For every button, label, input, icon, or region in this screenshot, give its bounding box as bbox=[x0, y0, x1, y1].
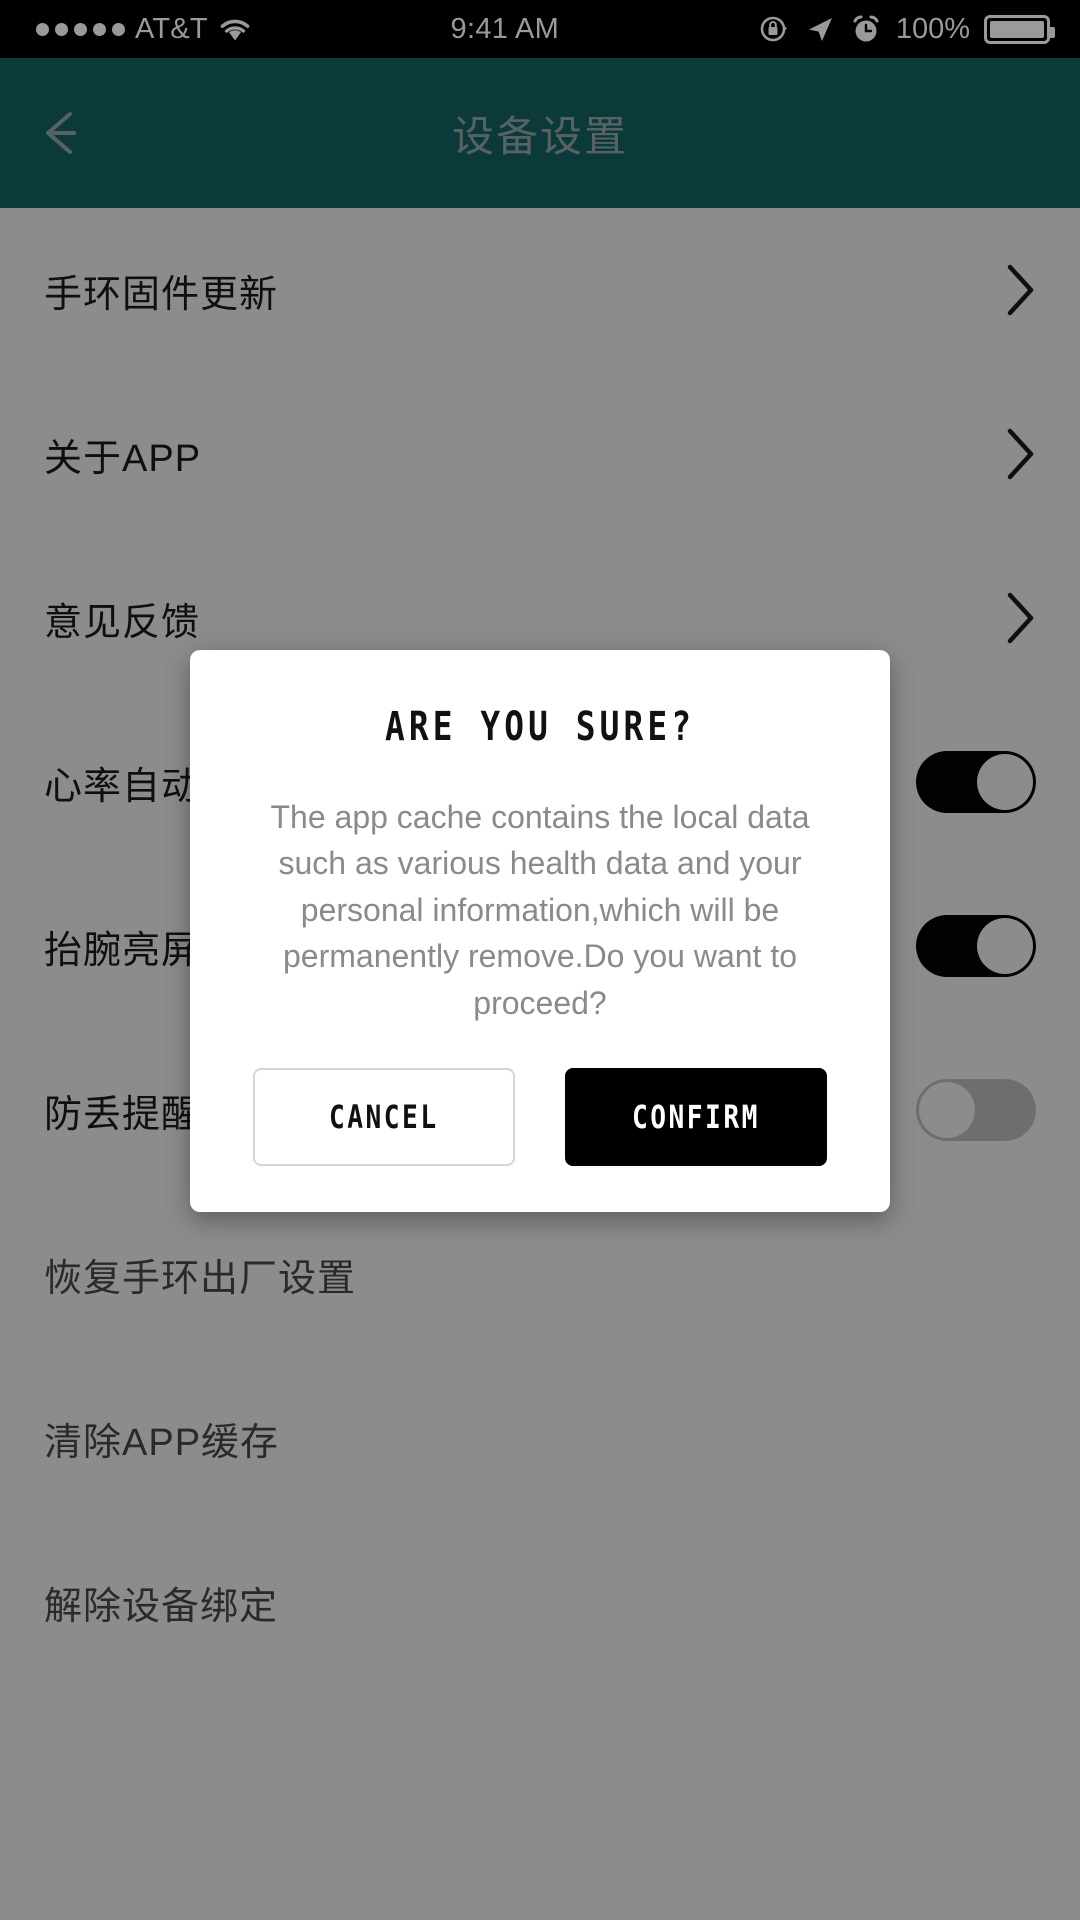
status-bar-left: AT&T bbox=[0, 13, 252, 46]
status-bar-center: 9:41 AM bbox=[252, 13, 758, 46]
location-arrow-icon bbox=[804, 13, 836, 45]
cancel-button[interactable]: CANCEL bbox=[253, 1067, 515, 1166]
wifi-icon bbox=[218, 16, 252, 42]
dialog-message: The app cache contains the local data su… bbox=[270, 799, 810, 1021]
phone-screen: AT&T 9:41 AM 100% 设备设置 手环固件更新 关于APP 意见反馈… bbox=[0, 0, 1080, 1920]
dialog-title: ARE YOU SURE? bbox=[384, 704, 696, 750]
confirm-dialog: ARE YOU SURE? The app cache contains the… bbox=[190, 650, 890, 1212]
confirm-button-label: CONFIRM bbox=[632, 1097, 760, 1136]
rotation-lock-icon bbox=[758, 13, 790, 45]
carrier-label: AT&T bbox=[135, 12, 208, 45]
status-bar-clock: 9:41 AM bbox=[450, 12, 560, 45]
status-bar: AT&T 9:41 AM 100% bbox=[0, 0, 1080, 58]
signal-strength-dots bbox=[36, 22, 125, 36]
cancel-button-label: CANCEL bbox=[329, 1097, 439, 1136]
alarm-clock-icon bbox=[850, 13, 882, 45]
battery-percent-label: 100% bbox=[895, 12, 970, 45]
confirm-button[interactable]: CONFIRM bbox=[565, 1067, 827, 1166]
battery-full-icon bbox=[984, 14, 1055, 44]
dialog-actions: CANCEL CONFIRM bbox=[253, 1067, 827, 1166]
status-bar-right: 100% bbox=[758, 13, 1080, 46]
